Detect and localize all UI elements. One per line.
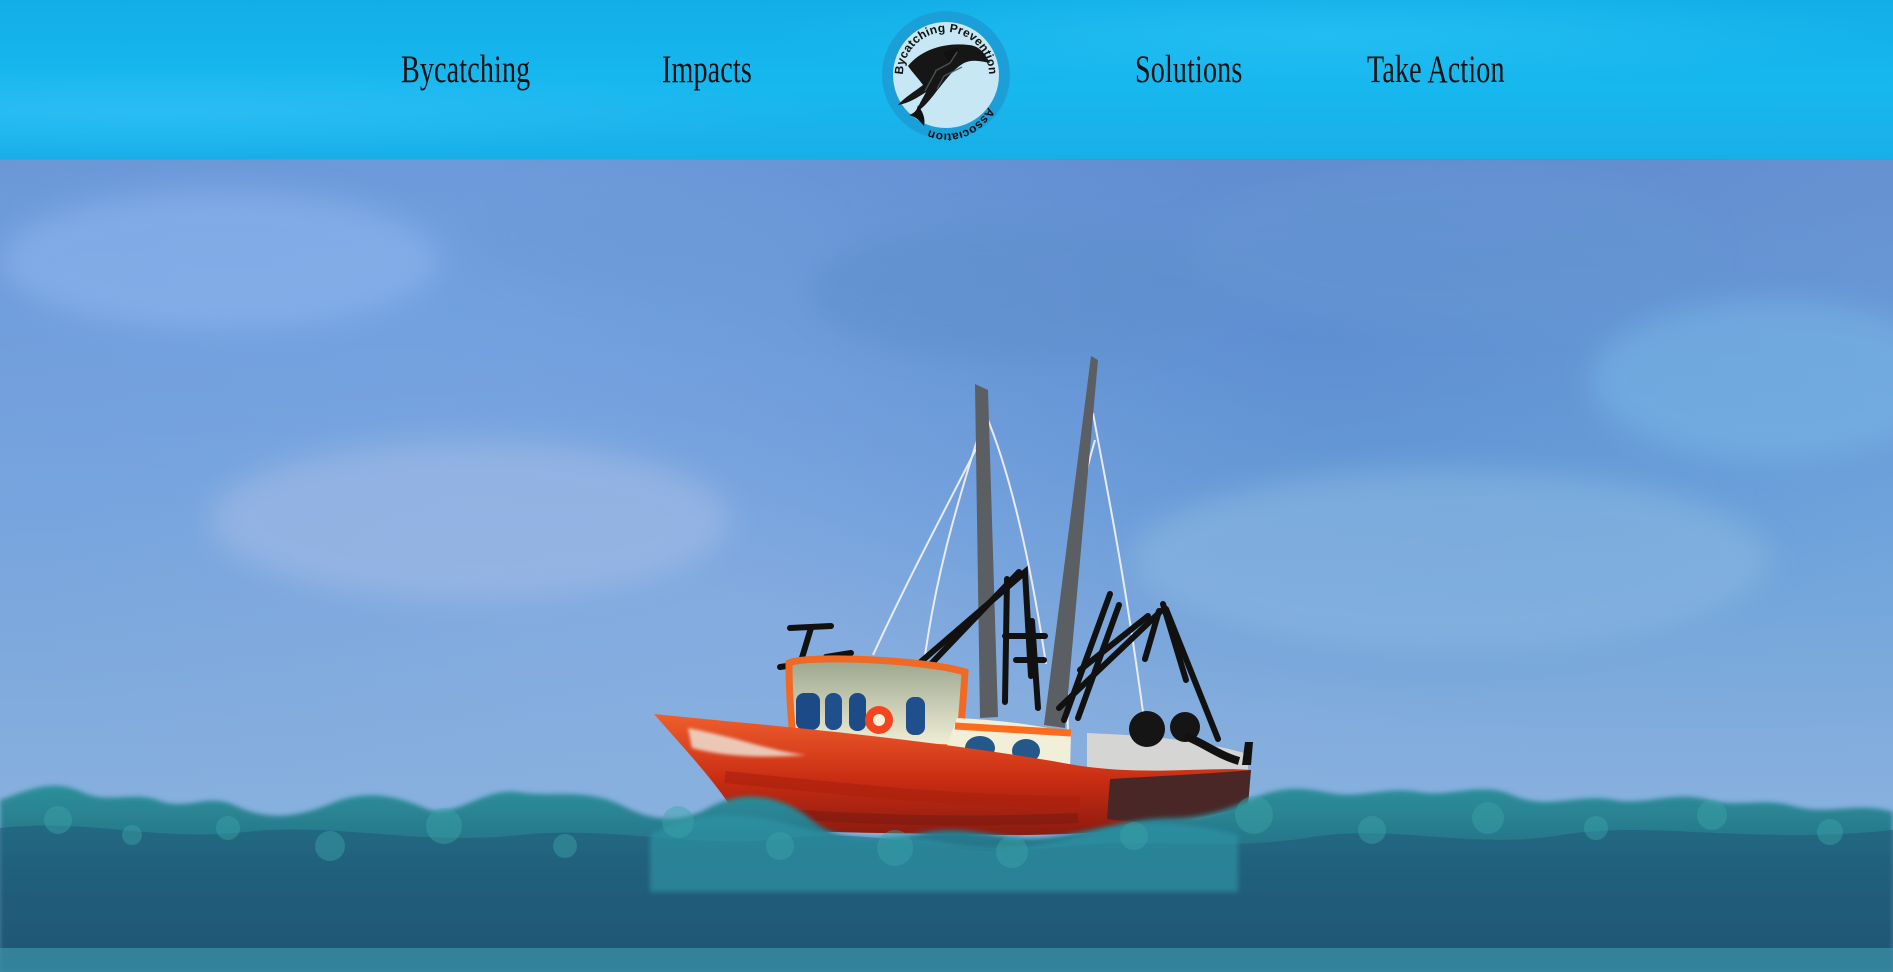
cabin-window-icon [906,697,925,735]
landing-page: Bycatching Impacts Bycatching Prevention… [0,0,1893,972]
rear-mast [1044,356,1098,728]
nav-impacts-link[interactable]: Impacts [662,50,752,89]
top-navigation: Bycatching Impacts Bycatching Prevention… [0,0,1893,159]
front-mast [975,384,998,718]
background-clouds [0,165,1893,650]
deck-equipment [1087,711,1253,772]
nav-bycatching-link[interactable]: Bycatching [401,50,530,89]
nav-take-action-link[interactable]: Take Action [1367,50,1505,89]
cabin-window-icon [849,693,866,731]
nav-solutions-link[interactable]: Solutions [1135,50,1242,89]
cabin-window-icon [825,693,842,730]
cabin-window-icon [796,693,820,730]
association-logo[interactable]: Bycatching Prevention Association [880,9,1012,141]
dolphin-logo-icon: Bycatching Prevention Association [882,11,1010,141]
